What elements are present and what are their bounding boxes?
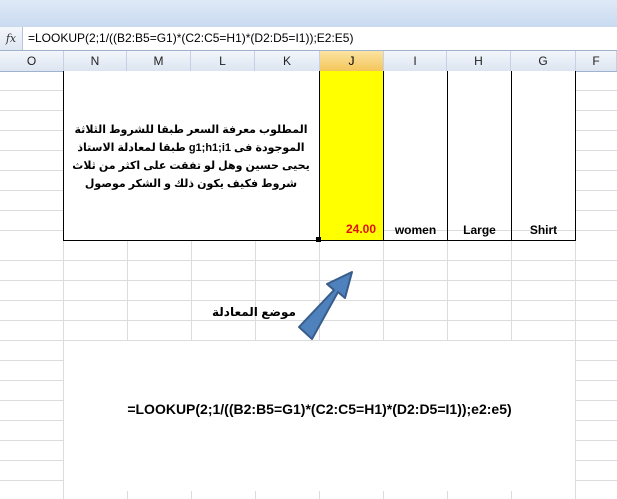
column-header-n[interactable]: N	[64, 51, 127, 71]
arrow-label: موضع المعادلة	[212, 305, 296, 319]
cell-item: Shirt	[529, 223, 558, 237]
column-header-g[interactable]: G	[511, 51, 576, 71]
column-header-m[interactable]: M	[127, 51, 191, 71]
column-header-j[interactable]: J	[320, 51, 384, 71]
price-value: 24.00	[345, 222, 376, 236]
formula-input[interactable]: =LOOKUP(2;1/((B2:B5=G1)*(C2:C5=H1)*(D2:D…	[28, 31, 353, 45]
column-header-h[interactable]: H	[447, 51, 511, 71]
formula-bar: fx =LOOKUP(2;1/((B2:B5=G1)*(C2:C5=H1)*(D…	[0, 27, 617, 51]
cell-gender: women	[394, 223, 437, 237]
result-cell-j[interactable]	[320, 71, 383, 240]
question-text: المطلوب معرفة السعر طبقا للشروط الثلاثة …	[72, 124, 310, 190]
formula-annotation: =LOOKUP(2;1/((B2:B5=G1)*(C2:C5=H1)*(D2:D…	[127, 401, 512, 417]
cell-size: Large	[463, 223, 496, 237]
ribbon-strip	[0, 0, 617, 28]
column-header-i[interactable]: I	[384, 51, 447, 71]
column-header-row: O N M L K J I H G F	[0, 51, 617, 72]
fill-handle[interactable]	[316, 237, 321, 242]
column-header-f[interactable]: F	[576, 51, 617, 71]
fx-icon[interactable]: fx	[0, 27, 23, 50]
column-header-o[interactable]: O	[0, 51, 64, 71]
column-header-k[interactable]: K	[255, 51, 320, 71]
up-right-arrow-icon	[298, 271, 353, 340]
column-header-l[interactable]: L	[191, 51, 255, 71]
